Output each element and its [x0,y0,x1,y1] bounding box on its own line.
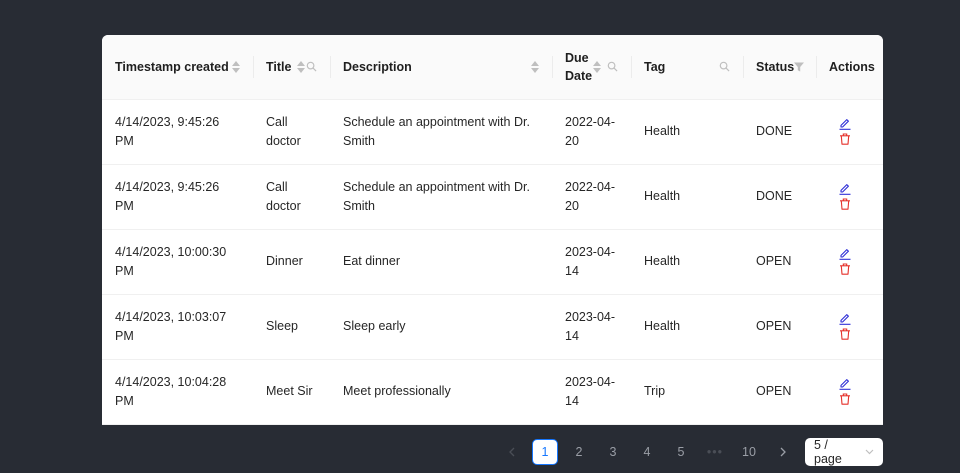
col-label-actions: Actions [829,59,875,74]
search-icon[interactable] [719,61,730,72]
col-label-status: Status [756,59,795,74]
edit-icon[interactable] [839,313,851,325]
sort-icon[interactable] [297,60,306,73]
cell-actions [816,229,883,295]
page-item-10[interactable]: 10 [736,439,762,465]
delete-icon[interactable] [839,263,851,275]
cell-status: OPEN [743,359,816,425]
cell-actions [816,164,883,230]
col-label-title: Title [266,59,292,74]
table-header-row: Timestamp created Title Description Due … [102,35,883,100]
page-item-1[interactable]: 1 [532,439,558,465]
page-item-3[interactable]: 3 [600,439,626,465]
cell-actions [816,99,883,165]
page-ellipsis[interactable]: ••• [702,439,728,465]
table-row: 4/14/2023, 9:45:26 PM Call doctor Schedu… [102,99,883,165]
edit-icon[interactable] [839,378,851,390]
page-item-5[interactable]: 5 [668,439,694,465]
col-label-description: Description [343,59,412,74]
search-icon[interactable] [306,61,317,72]
cell-actions [816,359,883,425]
prev-page-button[interactable] [498,439,524,465]
delete-icon[interactable] [839,198,851,210]
cell-tag: Trip [631,359,743,425]
table-row: 4/14/2023, 10:04:28 PM Meet Sir Meet pro… [102,359,883,425]
chevron-right-icon [780,447,786,457]
cell-due-date: 2022-04-20 [552,99,631,165]
cell-status: OPEN [743,294,816,360]
tasks-table: Timestamp created Title Description Due … [102,35,883,425]
cell-description: Eat dinner [330,229,552,295]
cell-description: Sleep early [330,294,552,360]
col-header-tag[interactable]: Tag [631,35,743,100]
page-size-value: 5 / page [814,438,842,466]
cell-tag: Health [631,164,743,230]
cell-description: Schedule an appointment with Dr. Smith [330,99,552,165]
cell-due-date: 2023-04-14 [552,294,631,360]
col-label-tag: Tag [644,59,666,74]
tasks-table-card: Timestamp created Title Description Due … [102,35,883,425]
delete-icon[interactable] [839,328,851,340]
delete-icon[interactable] [839,393,851,405]
next-page-button[interactable] [770,439,796,465]
cell-actions [816,294,883,360]
col-label-timestamp: Timestamp created [115,59,229,74]
cell-description: Schedule an appointment with Dr. Smith [330,164,552,230]
col-header-status[interactable]: Status [743,35,816,100]
col-label-due-date: Due Date [565,50,593,83]
col-header-due-date[interactable]: Due Date [552,35,631,100]
table-row: 4/14/2023, 9:45:26 PM Call doctor Schedu… [102,164,883,230]
cell-due-date: 2023-04-14 [552,229,631,295]
table-row: 4/14/2023, 10:03:07 PM Sleep Sleep early… [102,294,883,360]
delete-icon[interactable] [839,133,851,145]
cell-tag: Health [631,229,743,295]
pagination: 1 2 3 4 5 ••• 10 [494,438,800,466]
cell-description: Meet professionally [330,359,552,425]
cell-timestamp: 4/14/2023, 10:04:28 PM [102,359,253,425]
cell-title: Meet Sir [253,359,330,425]
cell-timestamp: 4/14/2023, 9:45:26 PM [102,99,253,165]
search-icon[interactable] [607,61,618,72]
sort-icon[interactable] [232,60,240,73]
edit-icon[interactable] [839,118,851,130]
col-header-timestamp[interactable]: Timestamp created [102,35,253,100]
cell-title: Call doctor [253,164,330,230]
cell-due-date: 2022-04-20 [552,164,631,230]
edit-icon[interactable] [839,248,851,260]
col-header-actions: Actions [816,35,883,100]
table-row: 4/14/2023, 10:00:30 PM Dinner Eat dinner… [102,229,883,295]
chevron-left-icon [508,447,514,457]
cell-title: Dinner [253,229,330,295]
cell-title: Call doctor [253,99,330,165]
filter-icon[interactable] [794,62,805,72]
page-item-2[interactable]: 2 [566,439,592,465]
cell-status: DONE [743,99,816,165]
cell-tag: Health [631,294,743,360]
page-item-4[interactable]: 4 [634,439,660,465]
cell-status: OPEN [743,229,816,295]
cell-timestamp: 4/14/2023, 10:00:30 PM [102,229,253,295]
sort-icon[interactable] [593,60,601,73]
cell-status: DONE [743,164,816,230]
cell-timestamp: 4/14/2023, 10:03:07 PM [102,294,253,360]
cell-title: Sleep [253,294,330,360]
col-header-title[interactable]: Title [253,35,330,100]
sort-icon[interactable] [531,60,539,73]
cell-timestamp: 4/14/2023, 9:45:26 PM [102,164,253,230]
chevron-down-icon [865,449,874,455]
page-size-select[interactable]: 5 / page [805,438,883,466]
cell-tag: Health [631,99,743,165]
edit-icon[interactable] [839,183,851,195]
col-header-description[interactable]: Description [330,35,552,100]
cell-due-date: 2023-04-14 [552,359,631,425]
